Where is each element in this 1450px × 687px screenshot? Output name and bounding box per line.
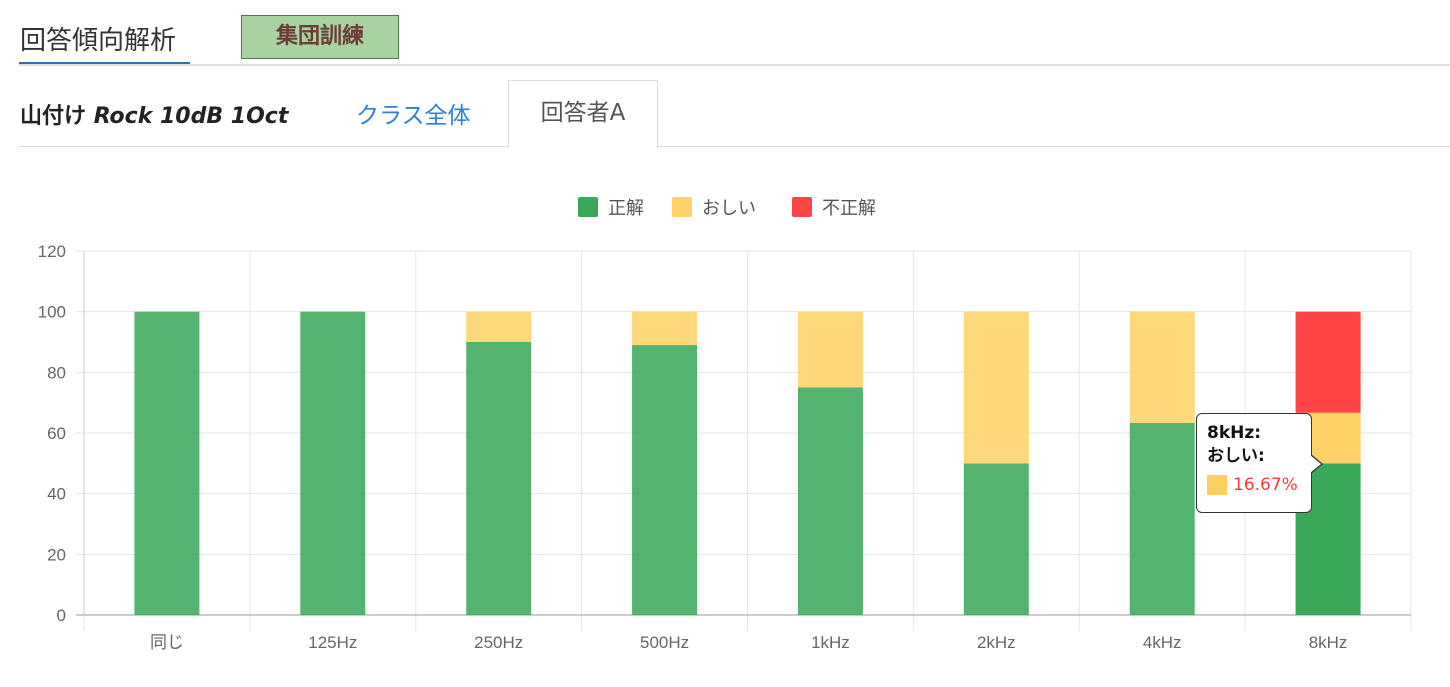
legend-label: 不正解: [822, 198, 876, 219]
legend-label: 正解: [608, 198, 644, 219]
y-tick-label: 0: [57, 606, 66, 625]
bar-segment: [300, 311, 366, 615]
y-tick-label: 60: [47, 424, 66, 443]
tooltip-series: おしい:: [1207, 446, 1265, 466]
bar-segment: [134, 311, 200, 615]
legend-swatch: [792, 197, 812, 217]
x-tick-label: 250Hz: [474, 633, 523, 652]
x-tick-label: 8kHz: [1309, 633, 1348, 652]
bar-segment: [632, 345, 698, 615]
y-tick-label: 80: [47, 363, 66, 382]
tooltip-category: 8kHz:: [1207, 423, 1262, 443]
y-tick-label: 120: [38, 242, 66, 261]
bar-segment: [632, 311, 698, 346]
y-tick-label: 20: [47, 545, 66, 564]
legend-swatch: [578, 197, 598, 217]
legend-swatch: [672, 197, 692, 217]
bar-segment: [1129, 422, 1195, 615]
stacked-bar-chart: 0 20 40 60 80 100 120 同じ 125Hz 250Hz 500Hz 1kHz 2kHz…: [38, 197, 1412, 652]
x-tick-label: 4kHz: [1143, 633, 1182, 652]
x-tick-label: 125Hz: [308, 633, 357, 652]
x-tick-label: 同じ: [150, 633, 184, 652]
x-tick-label: 500Hz: [640, 633, 689, 652]
legend-label: おしい: [702, 198, 756, 219]
tooltip-value-row: 16.67%: [1207, 475, 1301, 495]
bar-segment: [797, 311, 863, 388]
x-tick-label: 2kHz: [977, 633, 1016, 652]
tooltip-arrow-inner: [1310, 455, 1321, 473]
bar-segment: [797, 387, 863, 615]
bar-segment: [963, 463, 1029, 615]
bar-segment: [466, 311, 532, 342]
y-tick-label: 40: [47, 485, 66, 504]
bar-segment: [1295, 311, 1361, 413]
tooltip-swatch: [1207, 475, 1227, 495]
chart-tooltip: 8kHz: おしい: 16.67%: [1196, 413, 1312, 513]
tooltip-value: 16.67%: [1233, 475, 1298, 495]
y-tick-label: 100: [38, 303, 66, 322]
bar-segment: [1129, 311, 1195, 423]
bar-segment: [963, 311, 1029, 464]
x-tick-label: 1kHz: [811, 633, 850, 652]
bar-segment: [466, 342, 532, 615]
